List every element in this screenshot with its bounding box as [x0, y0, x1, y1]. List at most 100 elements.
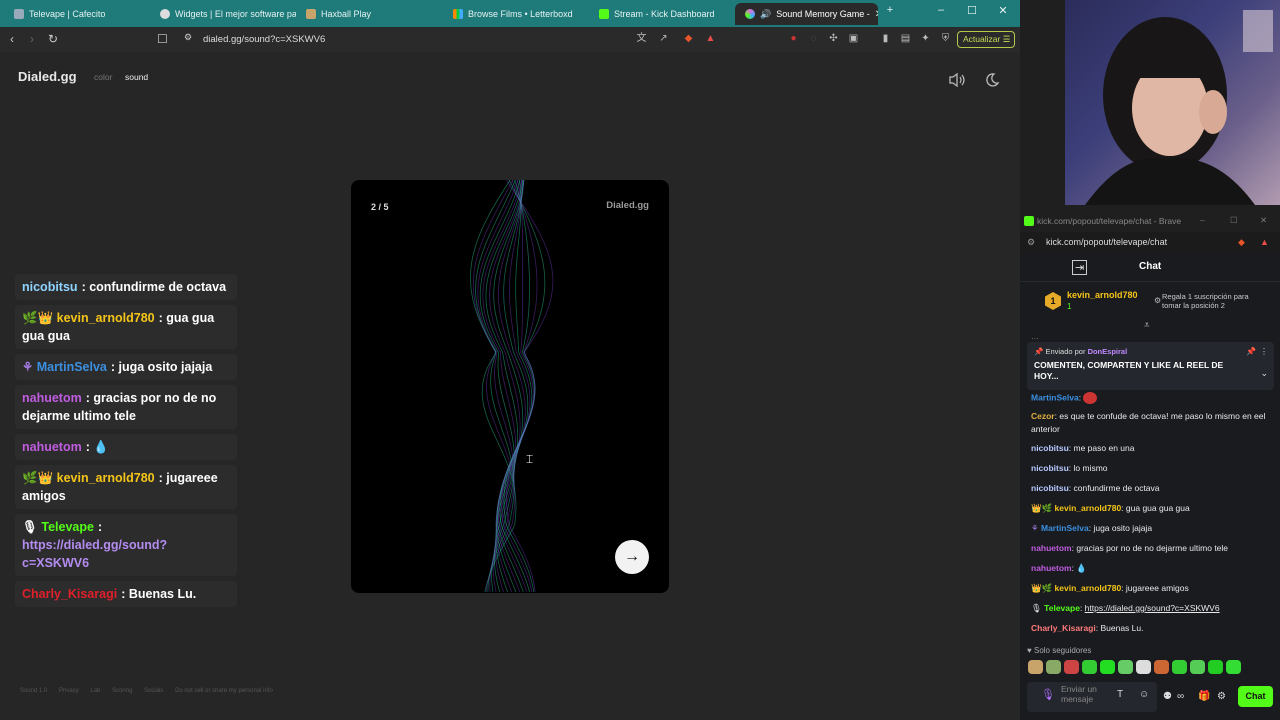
emote-icon[interactable] [1190, 660, 1205, 674]
top-gifter-name[interactable]: kevin_arnold780 [1067, 290, 1138, 300]
chat-username[interactable]: MartinSelva [1041, 523, 1089, 533]
pinned-by-user[interactable]: DonEspiral [1088, 347, 1128, 356]
unpin-icon[interactable]: 📌 [1246, 347, 1256, 356]
overlay-chat-message: 🌿👑 kevin_arnold780: jugareee amigos [15, 465, 237, 509]
nav-sound-link[interactable]: sound [125, 72, 148, 82]
chat-username[interactable]: Televape [1044, 603, 1080, 613]
screenshot-icon[interactable]: ▣ [848, 33, 859, 44]
extension-grey-icon[interactable]: ◌ [808, 33, 819, 44]
chat-link[interactable]: https://dialed.gg/sound?c=XSKWV6 [1085, 603, 1220, 613]
chat-message-input[interactable]: 🎙 Enviar un mensaje T ☺ [1027, 682, 1157, 712]
dark-mode-icon[interactable] [984, 72, 1000, 88]
extension-red-icon[interactable]: ● [788, 33, 799, 44]
tab-letterboxd[interactable]: Browse Films • Letterboxd [443, 3, 589, 25]
emote-icon[interactable] [1118, 660, 1133, 674]
site-logo[interactable]: Dialed.gg [18, 69, 77, 84]
volume-icon[interactable] [948, 72, 966, 88]
emote-icon[interactable] [1226, 660, 1241, 674]
close-tab-icon[interactable]: ✕ [875, 9, 878, 20]
update-button[interactable]: Actualizar ☰ [957, 31, 1015, 48]
chat-username[interactable]: nahuetom [1031, 563, 1072, 573]
site-settings-icon[interactable]: ⚙ [184, 32, 192, 43]
nav-color-link[interactable]: color [94, 72, 112, 82]
settings-icon[interactable]: ⚙ [1217, 691, 1226, 702]
chat-username[interactable]: nicobitsu [1031, 463, 1069, 473]
tab-favicon [599, 9, 609, 19]
emote-icon[interactable] [1154, 660, 1169, 674]
emote-icon[interactable] [1064, 660, 1079, 674]
site-settings-icon[interactable]: ⚙ [1027, 237, 1035, 248]
maximize-button[interactable]: ☐ [1230, 215, 1238, 226]
chat-text: confundirme de octava [1073, 483, 1160, 493]
chat-username[interactable]: MartinSelva [1031, 392, 1079, 402]
waveform-line [485, 180, 524, 593]
chat-username[interactable]: nicobitsu [1031, 443, 1069, 453]
chat-username: nicobitsu [22, 280, 78, 294]
chat-username[interactable]: Cezor [1031, 411, 1055, 421]
emote-icon[interactable] [1136, 660, 1151, 674]
tab-favicon [160, 9, 170, 19]
kick-url[interactable]: kick.com/popout/televape/chat [1046, 237, 1167, 247]
emote-icon[interactable] [1028, 660, 1043, 674]
forward-icon[interactable]: › [30, 32, 34, 46]
chat-username[interactable]: kevin_arnold780 [1055, 503, 1122, 513]
chat-text: es que te confude de octava! me paso lo … [1031, 411, 1266, 434]
chevron-down-icon[interactable]: ⌄ [1260, 368, 1268, 379]
more-options-icon[interactable]: ⋮ [1260, 347, 1268, 356]
brave-rewards-icon[interactable]: ▲ [1260, 237, 1269, 247]
new-tab-button[interactable]: + [880, 4, 900, 16]
footer-lab-link[interactable]: Lab [90, 688, 100, 694]
tab-haxball[interactable]: Haxball Play [296, 3, 442, 25]
back-icon[interactable]: ‹ [10, 32, 14, 46]
footer-do-not-sell-link[interactable]: Do not sell or share my personal info [175, 688, 273, 694]
text-format-icon[interactable]: T [1117, 690, 1123, 700]
footer-socials-link[interactable]: Socials [144, 688, 163, 694]
emote-icon[interactable] [1046, 660, 1061, 674]
bookmark-icon[interactable]: ☐ [157, 32, 168, 46]
translate-icon[interactable]: 文 [636, 33, 647, 44]
minimize-button[interactable]: – [931, 4, 951, 16]
maximize-button[interactable]: ☐ [962, 4, 982, 17]
tab-favicon [745, 9, 755, 19]
brave-shield-icon[interactable]: ◆ [1238, 237, 1245, 248]
chat-username[interactable]: nicobitsu [1031, 483, 1069, 493]
chat-username: Charly_Kisaragi [22, 587, 118, 601]
collapse-chat-icon[interactable]: ⇥ [1072, 260, 1088, 275]
tab-widgets[interactable]: Widgets | El mejor software par [150, 3, 296, 25]
link-icon[interactable]: ∞ [1177, 691, 1184, 702]
extensions-icon[interactable]: ✣ [828, 33, 839, 44]
wallet-icon[interactable]: ▤ [900, 33, 911, 44]
vpn-icon[interactable]: ⛨ [940, 33, 951, 44]
chat-link[interactable]: https://dialed.gg/sound?c=XSKWV6 [22, 538, 167, 570]
emote-icon[interactable] [1172, 660, 1187, 674]
expand-icon[interactable]: ⩡ [1144, 320, 1150, 331]
footer-privacy-link[interactable]: Privacy [59, 688, 79, 694]
chat-actions-icon[interactable]: 🎁 [1198, 691, 1210, 702]
minimize-button[interactable]: – [1200, 215, 1205, 225]
footer-scoring-link[interactable]: Scoring [112, 688, 132, 694]
chat-users-icon[interactable]: ⚉ [1163, 691, 1172, 702]
brave-rewards-icon[interactable]: ▲ [705, 33, 716, 44]
reload-icon[interactable]: ↻ [48, 32, 58, 46]
chat-username[interactable]: Charly_Kisaragi [1031, 623, 1096, 633]
chat-username[interactable]: nahuetom [1031, 543, 1072, 553]
brave-shield-icon[interactable]: ◆ [683, 33, 694, 44]
tab-sound-memory-game[interactable]: 🔊 Sound Memory Game - ✕ [735, 3, 878, 25]
close-window-button[interactable]: ✕ [993, 4, 1013, 17]
emote-icon[interactable] [1082, 660, 1097, 674]
share-icon[interactable]: ↗ [658, 33, 669, 44]
tab-televape-cafecito[interactable]: Televape | Cafecito [4, 3, 152, 25]
emoji-icon[interactable]: ☺ [1139, 690, 1149, 700]
gift-prompt[interactable]: Regala 1 suscripción para tomar la posic… [1162, 292, 1262, 310]
tab-kick-dashboard[interactable]: Stream - Kick Dashboard [589, 3, 735, 25]
emote-icon[interactable] [1208, 660, 1223, 674]
leo-icon[interactable]: ✦ [920, 33, 931, 44]
close-window-button[interactable]: ✕ [1260, 215, 1267, 226]
kick-chat-panel: ⇥ Chat 1 kevin_arnold780 1 ⚙ Regala 1 su… [1020, 254, 1280, 720]
emote-icon[interactable] [1100, 660, 1115, 674]
sidebar-icon[interactable]: ▮ [880, 33, 891, 44]
text-cursor-icon: ⌶ [526, 452, 534, 466]
chat-username[interactable]: kevin_arnold780 [1055, 583, 1122, 593]
next-button[interactable]: → [615, 540, 649, 574]
send-chat-button[interactable]: Chat [1238, 686, 1273, 707]
